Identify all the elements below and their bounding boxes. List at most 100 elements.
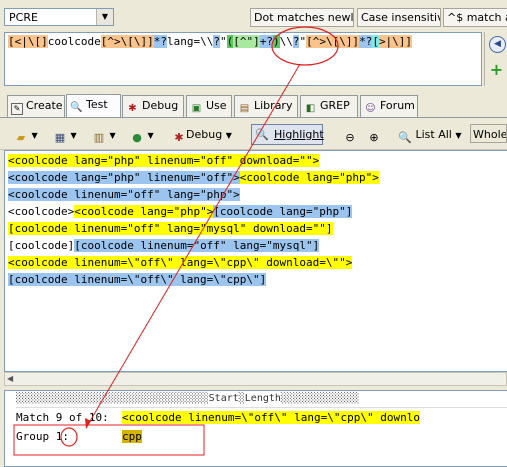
- horizontal-scrollbar[interactable]: ◀: [4, 372, 507, 386]
- previous-match-button[interactable]: ⊖: [343, 124, 357, 145]
- regex-token: ": [219, 35, 227, 48]
- results-header: ░░░░░░░░░░░░░░░░░░░░░░░░░░░░░░░░Start░Le…: [16, 391, 507, 408]
- test-line: <coolcode lang="php" linenum="off"><cool…: [8, 169, 507, 186]
- regex-token: lang=\\: [166, 35, 214, 48]
- chevron-down-icon[interactable]: ▼: [96, 9, 113, 25]
- dot-matches-newline-button[interactable]: Dot matches newline: [250, 8, 354, 27]
- match-highlight: [coolcode lang="php"]: [213, 205, 353, 218]
- regex-token: coolcode: [47, 35, 101, 48]
- plain-text: <coolcode>: [8, 205, 75, 218]
- open-file-button[interactable]: ▰ ▼: [14, 124, 38, 145]
- create-icon: ✎: [11, 103, 23, 115]
- tab-label: Forum: [380, 99, 415, 112]
- whole-lines-button[interactable]: Whole l: [470, 124, 507, 143]
- match-highlight: [coolcode linenum="off" lang="mysql" dow…: [8, 222, 333, 235]
- magnifier-icon: 🔍: [398, 131, 412, 144]
- tab-use[interactable]: ▣ Use: [186, 95, 232, 117]
- add-icon[interactable]: +: [489, 62, 504, 78]
- match-highlight: <coolcode lang="php" linenum="off" downl…: [8, 154, 320, 167]
- bug-icon: ✱: [128, 103, 137, 114]
- results-panel: ░░░░░░░░░░░░░░░░░░░░░░░░░░░░░░░░Start░Le…: [4, 390, 507, 467]
- tab-label: Create: [26, 99, 63, 112]
- test-line: <coolcode linenum="off" lang="php">: [8, 186, 507, 203]
- zoom-previous-icon: ⊖: [345, 131, 355, 144]
- test-line: [coolcode][coolcode linenum="off" lang="…: [8, 237, 507, 254]
- library-icon: ▤: [239, 103, 250, 114]
- regex-token: [: [372, 35, 379, 48]
- case-insensitive-label: Case insensitive: [361, 11, 440, 24]
- dot-matches-newline-label: Dot matches newline: [254, 11, 354, 24]
- test-subject-text[interactable]: <coolcode lang="php" linenum="off" downl…: [4, 150, 507, 372]
- forum-icon: ☺: [365, 103, 376, 114]
- test-line: [coolcode linenum=\"off\" lang=\"cpp\"]: [8, 271, 507, 288]
- regex-token: [^>\[\]]: [306, 35, 360, 48]
- regex-token: [^"]: [233, 35, 260, 48]
- regex-token: ?: [213, 35, 220, 48]
- clipboard-icon: ▥: [93, 131, 105, 144]
- match-row[interactable]: Match 9 of 10: <coolcode linenum=\"off\"…: [16, 408, 507, 427]
- match-highlight: <coolcode linenum=\"off\" lang=\"cpp\" d…: [8, 256, 353, 269]
- test-line: <coolcode lang="php" linenum="off" downl…: [8, 152, 507, 169]
- regex-token: \\: [279, 35, 293, 48]
- magnifier-icon: 🔍: [70, 102, 83, 113]
- regex-flavor-select[interactable]: PCRE ▼: [4, 8, 114, 26]
- group-value: cpp: [121, 430, 142, 443]
- whole-label: Whole l: [473, 128, 507, 141]
- regex-token: [^>\[\]]: [100, 35, 154, 48]
- regex-token: *?: [359, 35, 373, 48]
- test-line: [coolcode linenum="off" lang="mysql" dow…: [8, 220, 507, 237]
- paste-button[interactable]: ▥ ▼: [92, 124, 116, 145]
- regex-token: >|\]]: [378, 35, 413, 48]
- regex-token: ): [272, 35, 280, 48]
- list-all-label: List All: [415, 128, 452, 141]
- debug-button[interactable]: ✱ Debug ▼: [172, 124, 231, 145]
- tab-create[interactable]: ✎ Create: [7, 95, 65, 117]
- debug-label: Debug: [186, 128, 223, 141]
- tab-label: GREP: [320, 99, 350, 112]
- case-insensitive-button[interactable]: Case insensitive: [357, 8, 441, 27]
- save-icon: ▦: [54, 131, 66, 144]
- plain-text: [coolcode]: [8, 239, 75, 252]
- tab-library[interactable]: ▤ Library: [234, 95, 298, 117]
- regex-token: +?: [259, 35, 273, 48]
- tab-test[interactable]: 🔍 Test: [66, 94, 121, 117]
- regex-editor[interactable]: [<|\[]coolcode[^>\[\]]*?lang=\\?"([^"]+?…: [4, 32, 482, 86]
- tab-label: Test: [86, 98, 108, 111]
- match-highlight: [coolcode linenum=\"off\" lang=\"cpp\"]: [8, 273, 267, 286]
- highlight-label: Highlight: [274, 128, 324, 141]
- match-highlight: <coolcode linenum="off" lang="php">: [8, 188, 240, 201]
- zoom-next-icon: ⊕: [369, 131, 379, 144]
- back-icon[interactable]: ◀: [489, 36, 506, 53]
- match-at-line-breaks-button[interactable]: ^$ match at: [443, 8, 507, 27]
- match-at-label: ^$ match at: [447, 11, 507, 24]
- bug-icon: ✱: [174, 131, 184, 144]
- tab-label: Library: [254, 99, 293, 112]
- tab-grep[interactable]: ◧ GREP: [300, 95, 358, 117]
- match-value: <coolcode linenum=\"off\" lang=\"cpp\" d…: [121, 411, 420, 424]
- regex-token: *?: [153, 35, 167, 48]
- tab-forum[interactable]: ☺ Forum: [360, 95, 418, 117]
- next-match-button[interactable]: ⊕: [367, 124, 381, 145]
- save-button[interactable]: ▦ ▼: [53, 124, 77, 145]
- match-label: Match 9 of 10:: [16, 411, 109, 424]
- regex-flavor-value: PCRE: [9, 11, 38, 24]
- magnifier-icon: 🔍: [255, 128, 269, 141]
- regex-token: [<|\[]: [8, 35, 48, 48]
- test-line: <coolcode><coolcode lang="php">[coolcode…: [8, 203, 507, 220]
- tab-label: Use: [206, 99, 227, 112]
- regex-side-toolbar: ◀ +: [484, 32, 507, 86]
- list-all-button[interactable]: 🔍 List All ▼: [398, 124, 461, 145]
- tab-label: Debug: [142, 99, 179, 112]
- scroll-left-icon[interactable]: ◀: [7, 374, 13, 383]
- web-button[interactable]: ● ▼: [130, 124, 153, 145]
- match-highlight: <coolcode lang="php">: [239, 171, 379, 184]
- grep-icon: ◧: [305, 103, 316, 114]
- group-row[interactable]: Group 1: cpp: [16, 427, 507, 446]
- highlight-button[interactable]: 🔍 Highlight: [251, 124, 324, 145]
- match-highlight: <coolcode lang="php">: [74, 205, 214, 218]
- tab-debug[interactable]: ✱ Debug: [122, 95, 184, 117]
- use-icon: ▣: [191, 103, 202, 114]
- regex-text: [<|\[]coolcode[^>\[\]]*?lang=\\?"([^"]+?…: [8, 35, 413, 48]
- globe-icon: ●: [132, 131, 142, 144]
- folder-icon: ▰: [16, 131, 26, 144]
